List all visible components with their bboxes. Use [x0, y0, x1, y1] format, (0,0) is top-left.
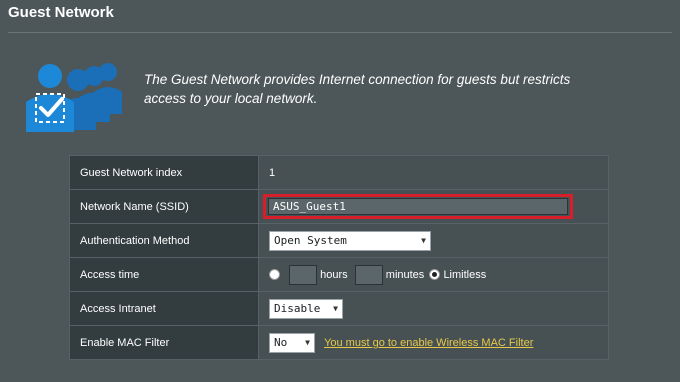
limitless-label: Limitless — [443, 268, 487, 281]
access-time-label: Access time — [69, 257, 259, 292]
chevron-down-icon: ▼ — [305, 338, 310, 347]
table-row: Authentication Method Open System ▼ — [69, 223, 609, 258]
ssid-highlight-frame — [263, 194, 573, 219]
guest-users-check-icon — [26, 63, 122, 132]
ssid-cell — [258, 189, 609, 224]
chevron-down-icon: ▼ — [333, 304, 338, 313]
table-row: Access Intranet Disable ▼ — [69, 291, 609, 326]
index-value: 1 — [258, 155, 609, 190]
mac-filter-label: Enable MAC Filter — [69, 325, 259, 360]
enable-mac-filter-link[interactable]: You must go to enable Wireless MAC Filte… — [324, 337, 533, 349]
auth-method-select[interactable]: Open System ▼ — [269, 230, 431, 251]
auth-method-label: Authentication Method — [69, 223, 259, 258]
title-divider — [8, 32, 672, 33]
intro-description: The Guest Network provides Internet conn… — [144, 72, 571, 106]
access-intranet-selected: Disable — [274, 302, 321, 315]
minutes-input[interactable] — [354, 264, 383, 285]
mac-filter-selected: No — [274, 336, 288, 349]
hours-input[interactable] — [289, 264, 318, 285]
page-title: Guest Network — [8, 4, 114, 21]
mac-filter-cell: No ▼ You must go to enable Wireless MAC … — [258, 325, 609, 360]
index-label: Guest Network index — [69, 155, 259, 190]
access-time-limited-radio[interactable] — [269, 269, 280, 280]
access-time-limitless-radio[interactable] — [429, 269, 441, 280]
access-intranet-select[interactable]: Disable ▼ — [269, 298, 343, 319]
access-intranet-label: Access Intranet — [69, 291, 259, 326]
hours-label: hours — [320, 268, 348, 281]
ssid-label: Network Name (SSID) — [69, 189, 259, 224]
minutes-label: minutes — [385, 268, 425, 281]
ssid-input[interactable] — [268, 198, 568, 215]
access-time-cell: hours minutes Limitless — [258, 257, 609, 292]
auth-method-cell: Open System ▼ — [258, 223, 609, 258]
guest-network-page: Guest Network The Guest Network provides… — [0, 0, 680, 382]
chevron-down-icon: ▼ — [421, 236, 426, 245]
auth-method-selected: Open System — [274, 234, 347, 247]
access-intranet-cell: Disable ▼ — [258, 291, 609, 326]
table-row: Guest Network index 1 — [69, 155, 609, 190]
table-row: Network Name (SSID) — [69, 189, 609, 224]
guest-network-settings-table: Guest Network index 1 Network Name (SSID… — [69, 155, 609, 360]
mac-filter-select[interactable]: No ▼ — [269, 332, 315, 353]
table-row: Access time hours minutes Limitless — [69, 257, 609, 292]
table-row: Enable MAC Filter No ▼ You must go to en… — [69, 325, 609, 360]
